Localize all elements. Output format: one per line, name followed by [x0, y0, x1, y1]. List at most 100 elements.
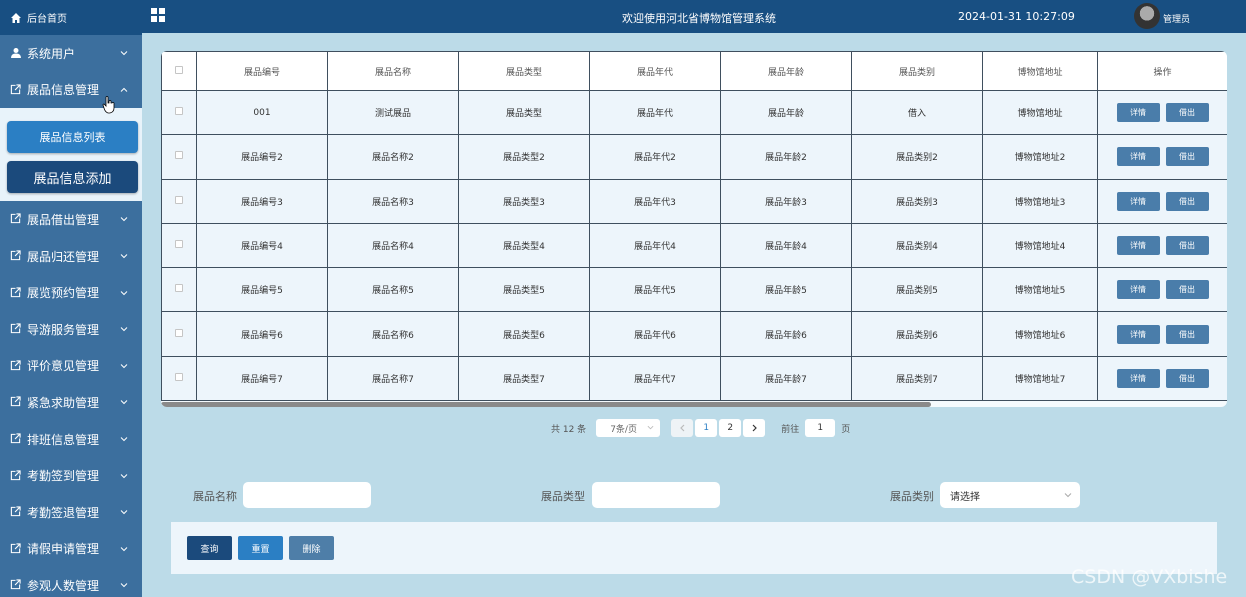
table-cell: 展品编号6: [196, 311, 328, 357]
sidebar-item-label: 系统用户: [27, 46, 76, 61]
table-row: 展品编号7 展品名称7 展品类型7 展品年代7 展品年龄7 展品类别7 博物馆地址7 详情 借出: [161, 355, 1227, 402]
top-header: 欢迎使用河北省博物馆管理系统 2024-01-31 10:27:09 管理员: [142, 0, 1246, 33]
detail-button[interactable]: 详情: [1116, 147, 1160, 167]
chevron-down-icon: [120, 583, 128, 588]
sidebar-item-8[interactable]: 排班信息管理: [0, 421, 142, 458]
table-row: 展品编号3 展品名称3 展品类型3 展品年代3 展品年龄3 展品类别3 博物馆地址3 详情 借出: [161, 178, 1227, 224]
row-checkbox-cell: [161, 178, 197, 224]
row-checkbox[interactable]: [175, 240, 183, 249]
detail-button[interactable]: 详情: [1116, 280, 1160, 300]
chevron-right-icon: [752, 424, 757, 432]
detail-button[interactable]: 详情: [1116, 368, 1160, 388]
lend-button[interactable]: 借出: [1165, 103, 1209, 123]
name-label: 展品名称: [193, 490, 237, 503]
table-cell: 展品年龄4: [720, 222, 852, 269]
chevron-down-icon: [120, 51, 128, 56]
table-cell: 展品名称6: [327, 311, 459, 357]
submenu-item-1[interactable]: 展品信息添加: [7, 161, 138, 194]
sidebar-item-1[interactable]: 展品信息管理: [0, 72, 142, 109]
lend-button[interactable]: 借出: [1165, 147, 1209, 167]
chevron-down-icon: [120, 510, 128, 515]
welcome-text: 欢迎使用河北省博物馆管理系统: [622, 12, 776, 25]
type-input[interactable]: [592, 482, 720, 508]
row-checkbox[interactable]: [175, 372, 183, 381]
sidebar-home[interactable]: 后台首页: [0, 0, 142, 35]
page-2-button[interactable]: 2: [719, 419, 742, 437]
row-checkbox[interactable]: [175, 107, 183, 116]
select-all-checkbox[interactable]: [175, 65, 183, 74]
detail-button[interactable]: 详情: [1116, 236, 1160, 256]
table-cell: 展品年代6: [589, 311, 721, 357]
detail-button[interactable]: 详情: [1116, 191, 1160, 211]
row-checkbox[interactable]: [175, 284, 183, 293]
external-link-icon: [10, 506, 22, 518]
row-actions-cell: 详情 借出: [1097, 178, 1227, 224]
table-cell: 展品类型7: [458, 355, 590, 402]
row-actions-cell: 详情 借出: [1097, 134, 1227, 180]
avatar[interactable]: [1134, 3, 1160, 29]
chevron-down-icon: [647, 425, 654, 430]
lend-button[interactable]: 借出: [1165, 324, 1209, 344]
goto-page-input[interactable]: 1: [805, 419, 836, 437]
detail-button[interactable]: 详情: [1116, 103, 1160, 123]
sidebar-item-5[interactable]: 导游服务管理: [0, 311, 142, 348]
row-checkbox[interactable]: [175, 151, 183, 160]
data-table: 展品编号 展品名称 展品类型 展品年代 展品年龄 展品类别 博物馆地址 操作 001 测试展品展…: [161, 51, 1227, 402]
delete-button[interactable]: 删除: [289, 536, 334, 560]
table-cell: 展品类型: [458, 89, 590, 136]
lend-button[interactable]: 借出: [1165, 191, 1209, 211]
page-size-select[interactable]: 7条/页: [596, 419, 661, 437]
chevron-down-icon: [120, 473, 128, 478]
sidebar-item-7[interactable]: 紧急求助管理: [0, 384, 142, 421]
column-header: 展品年代: [589, 51, 721, 91]
sidebar-home-label: 后台首页: [27, 14, 67, 25]
lend-button[interactable]: 借出: [1165, 236, 1209, 256]
table-cell: 展品年龄: [720, 89, 852, 136]
detail-button[interactable]: 详情: [1116, 324, 1160, 344]
row-checkbox[interactable]: [175, 195, 183, 204]
row-checkbox-cell: [161, 355, 197, 402]
row-checkbox-cell: [161, 134, 197, 180]
sidebar-item-4[interactable]: 展览预约管理: [0, 274, 142, 311]
row-actions-cell: 详情 借出: [1097, 355, 1227, 402]
sidebar-item-label: 展品借出管理: [27, 212, 100, 227]
name-input[interactable]: [243, 482, 371, 508]
sidebar-item-3[interactable]: 展品归还管理: [0, 238, 142, 275]
sidebar-item-6[interactable]: 评价意见管理: [0, 348, 142, 385]
prev-page-button[interactable]: [671, 419, 694, 437]
category-select[interactable]: 请选择: [940, 482, 1080, 508]
table-row: 展品编号5 展品名称5 展品类型5 展品年代5 展品年龄5 展品类别5 博物馆地址5 详情 借出: [161, 267, 1227, 313]
row-checkbox[interactable]: [175, 328, 183, 337]
chevron-down-icon: [120, 254, 128, 259]
table-cell: 001: [196, 89, 328, 136]
next-page-button[interactable]: [743, 419, 766, 437]
user-name[interactable]: 管理员: [1163, 12, 1190, 25]
sidebar-item-12[interactable]: 参观人数管理: [0, 567, 142, 597]
table-cell: 展品类型5: [458, 267, 590, 313]
pagination: 共 12 条 7条/页 1 2 前往 1 页: [551, 419, 850, 437]
row-checkbox-cell: [161, 222, 197, 269]
sidebar-menu: 系统用户展品信息管理展品信息列表 展品信息添加展品借出管理展品归还管理 展览预约管理…: [0, 35, 142, 597]
horizontal-scrollbar[interactable]: [161, 402, 931, 407]
sidebar-item-2[interactable]: 展品借出管理: [0, 201, 142, 238]
table-cell: 博物馆地址3: [982, 178, 1098, 224]
table-cell: 展品类别3: [851, 178, 983, 224]
table-cell: 展品编号4: [196, 222, 328, 269]
sidebar-item-11[interactable]: 请假申请管理: [0, 531, 142, 568]
row-actions-cell: 详情 借出: [1097, 222, 1227, 269]
submenu-item-0[interactable]: 展品信息列表: [7, 121, 138, 154]
grid-menu-icon[interactable]: [151, 8, 165, 22]
table-cell: 展品年龄6: [720, 311, 852, 357]
reset-button[interactable]: 重置: [238, 536, 283, 560]
sidebar-item-0[interactable]: 系统用户: [0, 35, 142, 72]
lend-button[interactable]: 借出: [1165, 368, 1209, 388]
page-1-button[interactable]: 1: [695, 419, 718, 437]
table-cell: 展品类别2: [851, 134, 983, 180]
table-cell: 测试展品: [327, 89, 459, 136]
lend-button[interactable]: 借出: [1165, 280, 1209, 300]
external-link-icon: [10, 470, 22, 482]
table-cell: 博物馆地址6: [982, 311, 1098, 357]
table-cell: 展品年代5: [589, 267, 721, 313]
query-button[interactable]: 查询: [187, 536, 232, 560]
action-bar: 查询 重置 删除: [171, 522, 1217, 574]
